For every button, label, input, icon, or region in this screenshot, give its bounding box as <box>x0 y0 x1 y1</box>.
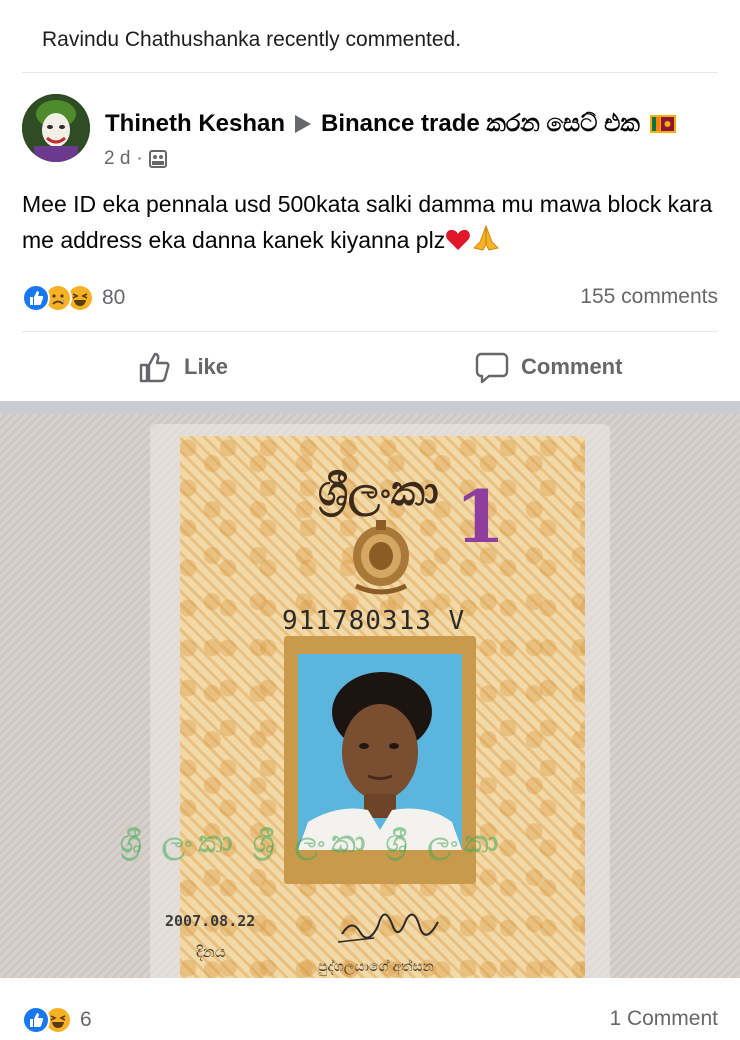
post-meta: 2 d · <box>104 148 167 170</box>
thumbs-up-icon <box>139 352 170 383</box>
bottom-reaction-summary[interactable]: 6 <box>22 1006 92 1034</box>
author-avatar[interactable] <box>22 94 90 162</box>
post-author-line: Thineth Keshan Binance trade කරන සෙට් එක <box>105 110 676 138</box>
post-body: Mee ID eka pennala usd 500kata salki dam… <box>22 191 713 253</box>
reaction-count[interactable]: 80 <box>102 286 125 310</box>
post-time[interactable]: 2 d <box>104 148 130 170</box>
issue-date: 2007.08.22 <box>165 912 256 930</box>
like-button[interactable]: Like <box>138 350 228 384</box>
post-photo[interactable]: ශ්‍රීලංකා 1 911780313 V ශ්‍රී ලංකා ශ්‍රී… <box>0 414 740 978</box>
id-card-number-mark: 1 <box>455 474 506 559</box>
sri-lanka-flag-icon <box>649 115 676 133</box>
feed-separator <box>0 401 740 414</box>
comment-label: Comment <box>521 354 623 379</box>
post-text: Mee ID eka pennala usd 500kata salki dam… <box>22 186 722 258</box>
actions-divider <box>22 331 718 332</box>
comments-count[interactable]: 155 comments <box>580 285 718 309</box>
meta-separator: · <box>136 148 143 169</box>
author-name[interactable]: Thineth Keshan <box>105 110 285 138</box>
date-label: දිනය <box>196 944 226 961</box>
comment-bubble-icon <box>475 352 509 384</box>
id-card-title: ශ්‍රීලංකා <box>318 466 439 515</box>
reaction-summary[interactable]: 80 <box>22 284 125 312</box>
group-privacy-icon <box>148 150 167 168</box>
group-name[interactable]: Binance trade කරන සෙට් එක <box>321 110 640 138</box>
portrait-photo <box>298 654 462 850</box>
header-divider <box>22 72 718 73</box>
security-watermark: ශ්‍රී ලංකා ශ්‍රී ලංකා ශ්‍රී ලංකා <box>120 826 505 859</box>
like-reaction-icon <box>22 284 50 312</box>
like-label: Like <box>184 354 229 379</box>
red-heart-icon <box>446 229 471 250</box>
holder-signature <box>338 913 439 943</box>
comment-button[interactable]: Comment <box>475 350 622 384</box>
shared-to-arrow-icon <box>295 115 312 133</box>
like-reaction-icon <box>22 1006 50 1034</box>
national-emblem-icon <box>353 520 409 595</box>
bottom-reaction-count[interactable]: 6 <box>80 1008 92 1032</box>
activity-header: Ravindu Chathushanka recently commented. <box>42 28 462 51</box>
signature-label: පුද්ගලයාගේ අත්සන <box>318 958 434 974</box>
folded-hands-icon <box>473 224 500 251</box>
bottom-comments-count[interactable]: 1 Comment <box>609 1007 718 1031</box>
id-card-number: 911780313 V <box>282 606 466 636</box>
